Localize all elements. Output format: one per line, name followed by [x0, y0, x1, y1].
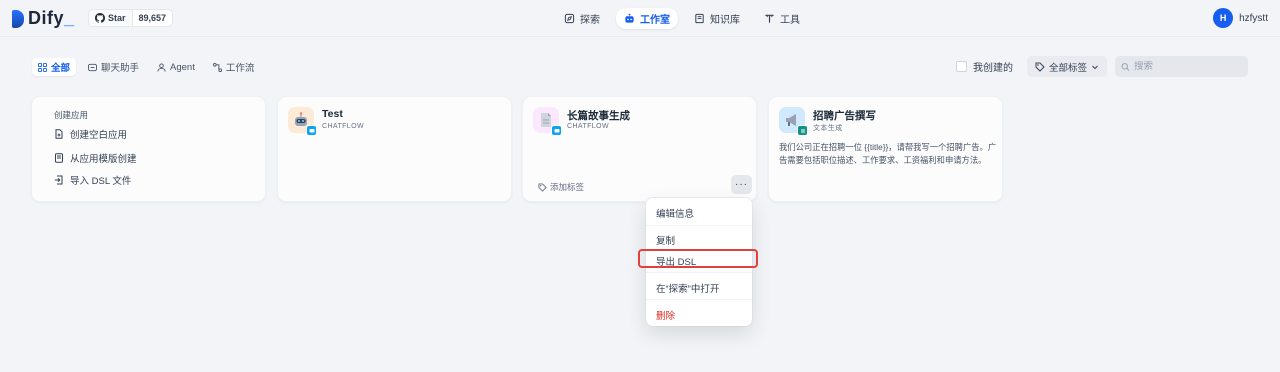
brand-underscore: _: [64, 8, 75, 28]
add-tag-button[interactable]: 添加标签: [538, 181, 584, 193]
create-from-template-label: 从应用模版创建: [70, 154, 137, 165]
filter-all[interactable]: 全部: [32, 58, 77, 76]
app-mode: 文本生成: [813, 125, 843, 132]
create-from-template[interactable]: 从应用模版创建: [54, 151, 137, 165]
dify-logo[interactable]: Dify_: [12, 8, 75, 29]
app-description: 我们公司正在招聘一位 {{title}}，请帮我写一个招聘广告。广告需要包括职位…: [779, 142, 997, 165]
github-icon: [95, 13, 105, 23]
export-dsl-highlight: [638, 249, 758, 268]
agent-icon: [157, 62, 166, 72]
ellipsis-icon: ···: [735, 179, 748, 190]
create-app-title: 创建应用: [54, 110, 89, 120]
menu-divider: [646, 272, 752, 273]
dify-logo-mark: [12, 9, 24, 28]
chat-bubble-icon: [88, 63, 98, 71]
created-by-me-checkbox[interactable]: [955, 61, 967, 72]
book-icon: [695, 13, 704, 24]
app-name: 长篇故事生成: [567, 110, 630, 122]
grid-icon: [38, 62, 47, 72]
top-bar: Dify_ Star 89,657 探索 工作室 知识库 工具 H hzfyst…: [0, 0, 1280, 36]
app-name: 招聘广告撰写: [813, 110, 876, 122]
app-mode: CHATFLOW: [322, 123, 364, 130]
tag-icon: [1035, 62, 1045, 72]
chatflow-badge-icon: [551, 125, 562, 136]
created-by-me-toggle[interactable]: 我创建的: [955, 59, 1013, 74]
app-icon-document: [533, 107, 562, 136]
tag-icon: [538, 182, 547, 192]
nav-knowledge-label: 知识库: [710, 15, 740, 26]
app-icon-megaphone: [779, 107, 808, 136]
add-tag-label: 添加标签: [550, 182, 585, 192]
app-type-filters: 全部 聊天助手 Agent 工作流: [32, 58, 260, 76]
file-plus-icon: [55, 129, 63, 139]
tag-filter-label: 全部标签: [1048, 62, 1087, 74]
nav-studio[interactable]: 工作室: [616, 8, 678, 29]
nav-explore-label: 探索: [580, 15, 600, 26]
chatflow-badge-icon: [306, 125, 317, 136]
menu-open-in-explore[interactable]: 在“探索”中打开: [656, 281, 719, 295]
create-blank-app[interactable]: 创建空白应用: [54, 127, 127, 141]
avatar: H: [1213, 8, 1234, 28]
user-menu[interactable]: H hzfystt: [1213, 8, 1268, 28]
create-blank-app-label: 创建空白应用: [70, 130, 128, 141]
app-icon-robot: [288, 107, 317, 136]
nav-knowledge[interactable]: 知识库: [686, 8, 748, 29]
user-name: hzfystt: [1239, 12, 1268, 24]
workflow-icon: [212, 62, 222, 72]
chevron-down-icon: [1092, 65, 1098, 69]
explore-icon: [564, 13, 575, 24]
nav-tools-label: 工具: [780, 15, 800, 26]
create-app-card: 创建应用 创建空白应用 从应用模版创建 导入 DSL 文件: [31, 96, 266, 202]
app-card-long-story[interactable]: 长篇故事生成 CHATFLOW 添加标签 ···: [522, 96, 757, 202]
tool-icon: [765, 14, 774, 23]
github-star-button[interactable]: Star 89,657: [88, 9, 174, 27]
app-card-test[interactable]: Test CHATFLOW: [277, 96, 512, 202]
app-mode: CHATFLOW: [567, 123, 609, 130]
filter-agent[interactable]: Agent: [151, 58, 201, 76]
github-star-count: 89,657: [138, 13, 167, 23]
main-nav: 探索 工作室 知识库 工具: [556, 8, 808, 29]
text-generation-badge-icon: [797, 125, 808, 136]
import-dsl-file-label: 导入 DSL 文件: [70, 176, 132, 187]
filter-all-label: 全部: [51, 63, 71, 74]
nav-studio-label: 工作室: [640, 15, 670, 26]
menu-duplicate[interactable]: 复制: [656, 233, 675, 247]
robot-icon: [625, 13, 634, 23]
list-toolbar: 我创建的 全部标签: [955, 56, 1248, 77]
template-icon: [55, 153, 63, 163]
filter-chat-label: 聊天助手: [101, 63, 140, 74]
header-divider: [0, 36, 1280, 37]
filter-workflow-label: 工作流: [225, 63, 255, 74]
brand-name: Dify: [28, 8, 65, 28]
app-card-recruitment-ad[interactable]: 招聘广告撰写 文本生成 我们公司正在招聘一位 {{title}}，请帮我写一个招…: [768, 96, 1003, 202]
more-options-button[interactable]: ···: [731, 175, 752, 194]
search-input[interactable]: [1133, 61, 1242, 72]
github-star-label: Star: [108, 13, 126, 23]
menu-divider: [646, 225, 752, 226]
menu-delete[interactable]: 删除: [656, 308, 675, 322]
menu-divider: [646, 299, 752, 300]
nav-tools[interactable]: 工具: [756, 8, 808, 29]
created-by-me-label: 我创建的: [972, 63, 1013, 74]
import-dsl-file[interactable]: 导入 DSL 文件: [54, 173, 131, 187]
search-box[interactable]: [1115, 56, 1248, 77]
filter-workflow[interactable]: 工作流: [207, 58, 261, 76]
filter-agent-label: Agent: [170, 61, 195, 73]
import-icon: [54, 175, 63, 185]
menu-edit-info[interactable]: 编辑信息: [656, 206, 694, 220]
filter-chat[interactable]: 聊天助手: [82, 58, 145, 76]
search-icon: [1121, 62, 1130, 71]
nav-explore[interactable]: 探索: [556, 8, 608, 29]
app-name: Test: [322, 108, 343, 120]
tag-filter-select[interactable]: 全部标签: [1026, 56, 1107, 77]
